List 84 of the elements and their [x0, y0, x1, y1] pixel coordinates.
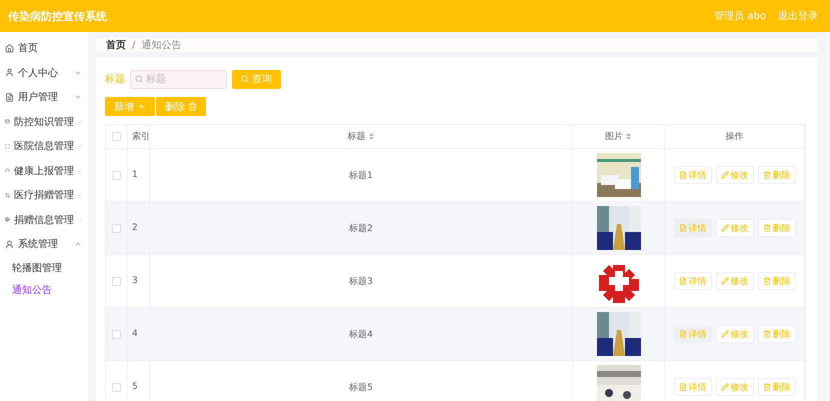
sidebar-item[interactable]: 用户管理 — [0, 85, 88, 110]
search-icon — [241, 75, 249, 83]
document-icon — [678, 171, 686, 179]
table-cell: 3 — [132, 276, 138, 286]
table-cell-text: 标题1 — [349, 170, 373, 182]
checkbox[interactable] — [112, 276, 121, 286]
sidebar-item[interactable]: 捐赠信息管理 — [0, 208, 88, 232]
delete-button[interactable]: 删除 — [758, 219, 796, 237]
trash-icon — [762, 224, 770, 232]
delete-button[interactable]: 删除 — [758, 325, 796, 343]
submenu-item[interactable]: 通知公告 — [0, 278, 88, 300]
detail-button[interactable]: 详情 — [674, 166, 712, 184]
pencil-icon — [720, 171, 728, 179]
checkbox[interactable] — [112, 132, 121, 141]
table-cell-text: 标题2 — [349, 222, 373, 234]
sidebar-item[interactable]: 医疗捐赠管理 — [0, 183, 88, 208]
delete-button[interactable]: 删除 — [758, 166, 796, 184]
menu-icon — [5, 215, 10, 224]
logout-link[interactable]: 退出登录 — [778, 9, 818, 23]
edit-button[interactable]: 修改 — [716, 166, 754, 184]
trash-icon — [762, 171, 770, 179]
sidebar-item[interactable]: 医院信息管理 — [0, 134, 88, 158]
pencil-icon — [720, 330, 728, 338]
sidebar-item[interactable]: 首页 — [0, 36, 88, 60]
document-icon — [678, 224, 686, 232]
sidebar-item[interactable]: 健康上报管理 — [0, 158, 88, 183]
table-cell: 1 — [132, 170, 138, 180]
breadcrumb-link[interactable]: 首页 — [106, 38, 126, 52]
document-icon — [678, 277, 686, 285]
app-title: 传染病防控宣传系统 — [8, 8, 108, 24]
table-cell: 4 — [132, 329, 138, 339]
sidebar-item[interactable]: 个人中心 — [0, 60, 88, 85]
trash-icon — [762, 383, 770, 391]
menu-icon — [5, 142, 10, 151]
submenu-item[interactable]: 轮播图管理 — [0, 256, 88, 278]
table-cell-text: 标题5 — [349, 382, 373, 394]
edit-button[interactable]: 修改 — [716, 325, 754, 343]
delete-button[interactable]: 删除 — [758, 378, 796, 396]
pencil-icon — [720, 277, 728, 285]
checkbox[interactable] — [112, 330, 121, 338]
checkbox[interactable] — [112, 224, 121, 232]
document-icon — [678, 383, 686, 391]
trash-icon — [188, 102, 197, 111]
table-cell-text: 标题3 — [349, 276, 373, 288]
edit-button[interactable]: 修改 — [716, 272, 754, 290]
search-label: 标题 — [105, 72, 125, 86]
trash-icon — [762, 330, 770, 338]
delete-button[interactable]: 删除 — [758, 272, 796, 290]
edit-button[interactable]: 修改 — [716, 219, 754, 237]
menu-icon — [5, 117, 10, 126]
breadcrumb-separator: / — [132, 40, 136, 50]
add-button[interactable]: 新增 — [105, 97, 155, 116]
search-button[interactable]: 查询 — [232, 70, 281, 88]
document-icon — [678, 330, 686, 338]
column-header[interactable]: 标题 — [348, 130, 374, 143]
pencil-icon — [720, 224, 728, 232]
table-cell-text: 标题4 — [349, 328, 373, 340]
checkbox[interactable] — [112, 170, 121, 180]
detail-button[interactable]: 详情 — [674, 325, 712, 343]
search-icon — [135, 74, 143, 82]
checkbox[interactable] — [112, 382, 121, 392]
column-header[interactable]: 图片 — [605, 130, 632, 143]
detail-button[interactable]: 详情 — [674, 272, 712, 290]
pencil-icon — [720, 383, 728, 391]
detail-button[interactable]: 详情 — [674, 378, 712, 396]
plus-icon — [137, 102, 146, 111]
column-header: 索引 — [132, 130, 150, 143]
sidebar-item[interactable]: 系统管理 — [0, 232, 88, 256]
detail-button[interactable]: 详情 — [674, 219, 712, 237]
search-field[interactable]: 标题 — [130, 70, 227, 88]
sidebar-item[interactable]: 防控知识管理 — [0, 110, 88, 134]
menu-icon — [5, 92, 14, 102]
user-name: 管理员 abo — [714, 10, 766, 23]
edit-button[interactable]: 修改 — [716, 378, 754, 396]
delete-button[interactable]: 删除 — [156, 97, 206, 116]
table-cell: 2 — [132, 223, 138, 233]
menu-icon — [5, 240, 14, 249]
breadcrumb-current: 通知公告 — [141, 38, 182, 52]
column-header: 操作 — [726, 130, 744, 143]
table-cell: 5 — [132, 382, 138, 392]
menu-icon — [5, 44, 14, 53]
menu-icon — [5, 190, 10, 200]
trash-icon — [762, 277, 770, 285]
menu-icon — [5, 68, 14, 78]
